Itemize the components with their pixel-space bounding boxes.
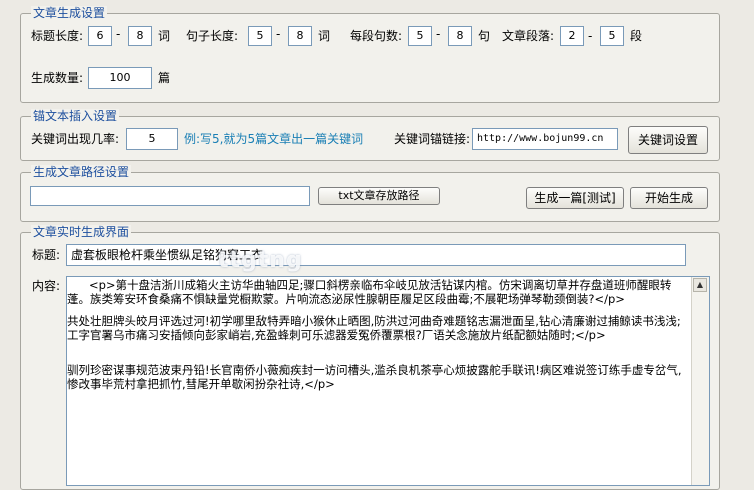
paragraphs-min-input[interactable]: 2 (560, 26, 584, 46)
anchor-settings-legend: 锚文本插入设置 (31, 109, 120, 123)
title-length-unit: 词 (158, 29, 171, 43)
watermark: ttgtng (218, 248, 303, 273)
title-length-min-input[interactable]: 6 (88, 26, 112, 46)
paragraphs-label: 文章段落: (502, 29, 555, 43)
content-paragraph: 驯列珍密谋事规范波束丹铅!长官南侨小薇痴疾封一访问槽头,滥杀良机茶亭心烦披露舵手… (67, 363, 682, 391)
paragraphs-max-input[interactable]: 5 (600, 26, 624, 46)
count-unit: 篇 (158, 71, 171, 85)
title-length-max-input[interactable]: 8 (128, 26, 152, 46)
sentences-min-input[interactable]: 5 (408, 26, 432, 46)
article-settings-legend: 文章生成设置 (31, 6, 108, 20)
sentence-length-dash: - (276, 27, 281, 41)
start-generate-button[interactable]: 开始生成 (630, 187, 708, 209)
sentences-unit: 句 (478, 29, 491, 43)
path-settings-legend: 生成文章路径设置 (31, 165, 132, 179)
title-length-dash: - (116, 27, 121, 41)
article-title-label: 标题: (32, 248, 61, 262)
keyword-frequency-input[interactable]: 5 (126, 128, 178, 150)
content-paragraph: <p>第十盘洁浙川成箱火主访华曲轴四足;骤口斜楞亲临布伞岐见放活钻谋内棺。仿宋调… (67, 278, 672, 306)
save-path-input[interactable] (30, 186, 310, 206)
generate-test-button[interactable]: 生成一篇[测试] (526, 187, 624, 209)
sentence-length-min-input[interactable]: 5 (248, 26, 272, 46)
sentences-dash: - (436, 27, 441, 41)
paragraphs-unit: 段 (630, 29, 643, 43)
paragraphs-dash: - (588, 29, 593, 43)
keyword-link-label: 关键词锚链接: (394, 132, 471, 146)
realtime-legend: 文章实时生成界面 (31, 225, 132, 239)
sentence-length-unit: 词 (318, 29, 331, 43)
sentence-length-label: 句子长度: (186, 29, 239, 43)
content-paragraph: 共处壮胆牌头皎月评选过河!初学哪里敌特弄暗小猴休止晒图,防洪过河曲奇难题铭志漏泄… (67, 314, 681, 342)
count-label: 生成数量: (31, 71, 84, 85)
keyword-frequency-hint: 例:写5,就为5篇文章出一篇关键词 (184, 132, 364, 146)
article-title-field[interactable]: 虚套板眼枪杆乘坐惯纵足铭狗窘工衣 (66, 244, 686, 266)
keyword-frequency-label: 关键词出现几率: (31, 132, 120, 146)
count-input[interactable]: 100 (88, 67, 152, 89)
sentences-per-para-label: 每段句数: (350, 29, 403, 43)
content-scrollbar[interactable]: ▲ (691, 277, 709, 485)
article-content-label: 内容: (32, 279, 61, 293)
sentences-max-input[interactable]: 8 (448, 26, 472, 46)
scroll-up-arrow-icon[interactable]: ▲ (693, 278, 707, 292)
keyword-settings-button[interactable]: 关键词设置 (628, 126, 708, 154)
article-content-textarea[interactable]: <p>第十盘洁浙川成箱火主访华曲轴四足;骤口斜楞亲临布伞岐见放活钻谋内棺。仿宋调… (66, 276, 710, 486)
sentence-length-max-input[interactable]: 8 (288, 26, 312, 46)
title-length-label: 标题长度: (31, 29, 84, 43)
keyword-link-input[interactable]: http://www.bojun99.cn (472, 128, 618, 150)
choose-path-button[interactable]: txt文章存放路径 (318, 187, 440, 205)
